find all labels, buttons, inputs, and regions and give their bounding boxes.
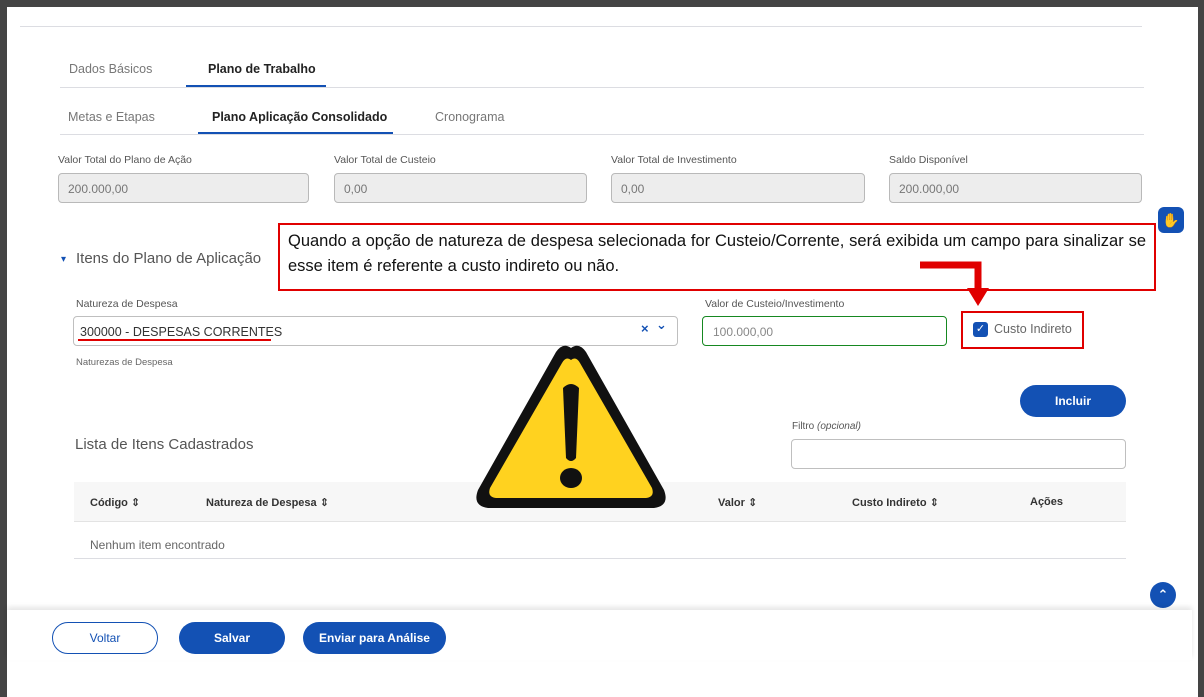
warning-icon: [476, 345, 666, 508]
custo-indireto-label[interactable]: Custo Indireto: [994, 322, 1072, 336]
accessibility-icon[interactable]: ✋: [1158, 207, 1184, 233]
natureza-helper-text: Naturezas de Despesa: [76, 357, 173, 368]
tab-metas-e-etapas[interactable]: Metas e Etapas: [68, 110, 155, 124]
tab-dados-basicos[interactable]: Dados Básicos: [69, 62, 152, 76]
salvar-button[interactable]: Salvar: [179, 622, 285, 654]
total-investimento-label: Valor Total de Investimento: [611, 154, 737, 166]
chevron-down-icon[interactable]: ▾: [61, 254, 66, 265]
tab-plano-de-trabalho[interactable]: Plano de Trabalho: [208, 62, 316, 76]
filter-label: Filtro (opcional): [792, 421, 861, 432]
enviar-para-analise-button[interactable]: Enviar para Análise: [303, 622, 446, 654]
custo-indireto-checkbox[interactable]: ✓: [973, 322, 988, 337]
top-divider: [20, 26, 1142, 27]
total-plano-field: 200.000,00: [58, 173, 309, 203]
total-plano-label: Valor Total do Plano de Ação: [58, 154, 192, 166]
saldo-disponivel-label: Saldo Disponível: [889, 154, 968, 166]
col-valor[interactable]: Valor ⇕: [718, 496, 757, 509]
total-custeio-label: Valor Total de Custeio: [334, 154, 436, 166]
total-investimento-field: 0,00: [611, 173, 865, 203]
primary-tabs-divider: [60, 87, 1144, 88]
tab-cronograma[interactable]: Cronograma: [435, 110, 504, 124]
scroll-top-button[interactable]: ⌃: [1150, 582, 1176, 608]
valor-custeio-label: Valor de Custeio/Investimento: [705, 298, 845, 310]
saldo-disponivel-field: 200.000,00: [889, 173, 1142, 203]
col-natureza[interactable]: Natureza de Despesa ⇕: [206, 496, 329, 509]
annotation-callout: Quando a opção de natureza de despesa se…: [278, 223, 1156, 291]
list-title: Lista de Itens Cadastrados: [75, 436, 254, 453]
filter-input[interactable]: [791, 439, 1126, 469]
col-acoes: Ações: [1030, 496, 1064, 508]
natureza-value: 300000 - DESPESAS CORRENTES: [80, 325, 283, 339]
voltar-button[interactable]: Voltar: [52, 622, 158, 654]
table-empty-message: Nenhum item encontrado: [90, 538, 225, 552]
col-custo-indireto[interactable]: Custo Indireto ⇕: [852, 496, 939, 509]
chevron-down-icon[interactable]: ⌄: [656, 317, 667, 333]
col-codigo[interactable]: Código ⇕: [90, 496, 140, 509]
clear-icon[interactable]: ×: [641, 321, 649, 336]
annotation-underline: [78, 339, 271, 341]
annotation-arrow-icon: [920, 261, 989, 306]
natureza-label: Natureza de Despesa: [76, 298, 178, 310]
table-bottom-divider: [74, 558, 1126, 559]
total-custeio-field: 0,00: [334, 173, 587, 203]
secondary-tabs-divider: [60, 134, 1144, 135]
section-itens-title[interactable]: Itens do Plano de Aplicação: [76, 250, 261, 267]
incluir-button[interactable]: Incluir: [1020, 385, 1126, 417]
tab-plano-aplicacao-consolidado[interactable]: Plano Aplicação Consolidado: [212, 110, 387, 124]
valor-custeio-input[interactable]: 100.000,00: [702, 316, 947, 346]
